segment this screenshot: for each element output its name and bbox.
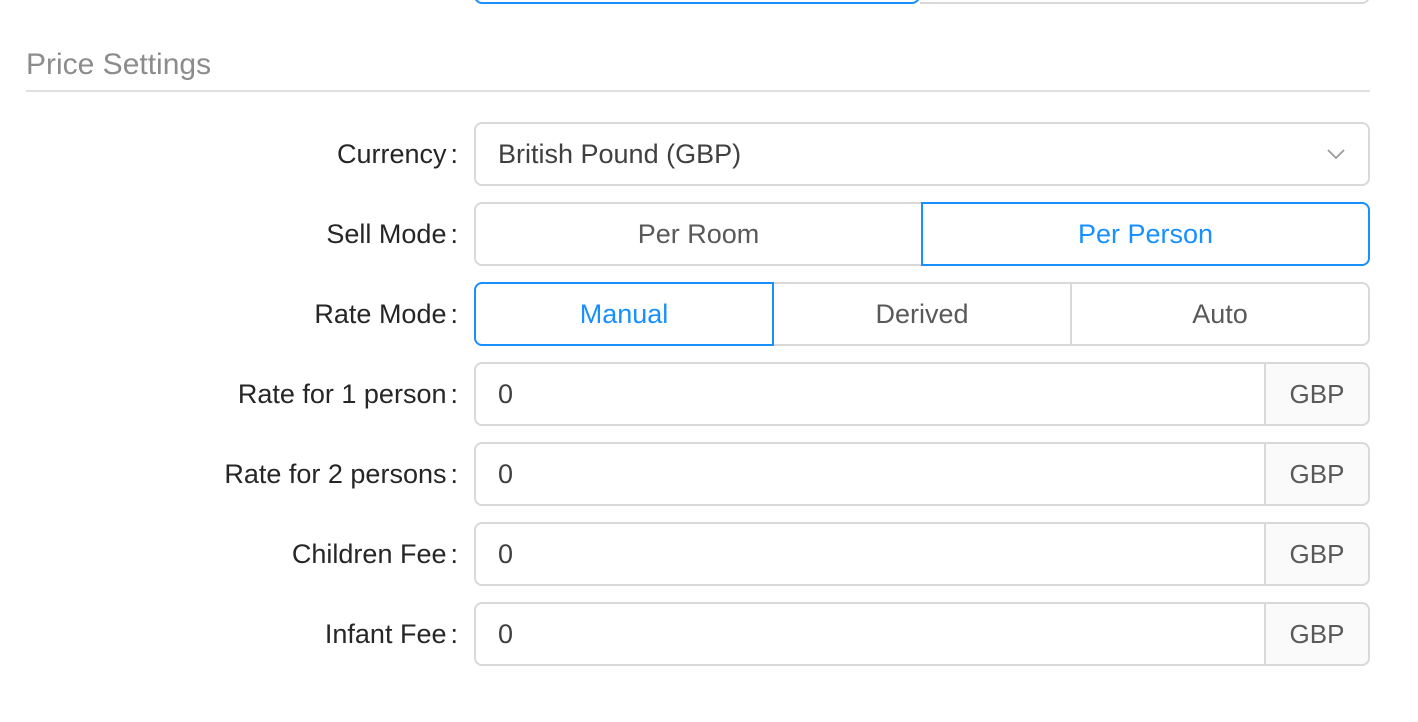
previous-option[interactable] bbox=[920, 0, 1370, 4]
currency-addon: GBP bbox=[1264, 522, 1370, 586]
rate-mode-label-text: Rate Mode bbox=[314, 298, 447, 329]
children-fee-row: Children Fee: GBP bbox=[0, 522, 1418, 586]
infant-fee-row: Infant Fee: GBP bbox=[0, 602, 1418, 666]
sell-mode-label: Sell Mode: bbox=[326, 202, 458, 266]
rate-2-persons-label-text: Rate for 2 persons bbox=[224, 458, 447, 489]
rate-1-person-label: Rate for 1 person: bbox=[238, 362, 458, 426]
rate-1-person-input[interactable] bbox=[474, 362, 1264, 426]
rate-mode-option-derived[interactable]: Derived bbox=[772, 282, 1072, 346]
chevron-down-icon bbox=[1327, 149, 1345, 160]
sell-mode-option-per-room[interactable]: Per Room bbox=[474, 202, 923, 266]
children-fee-input-group: GBP bbox=[474, 522, 1370, 586]
section-title: Price Settings bbox=[26, 48, 1370, 92]
rate-mode-segmented: Manual Derived Auto bbox=[474, 282, 1370, 346]
sell-mode-label-text: Sell Mode bbox=[326, 218, 447, 249]
label-colon: : bbox=[450, 298, 458, 329]
rate-mode-label: Rate Mode: bbox=[314, 282, 458, 346]
children-fee-input[interactable] bbox=[474, 522, 1264, 586]
label-colon: : bbox=[450, 218, 458, 249]
rate-mode-option-manual[interactable]: Manual bbox=[474, 282, 774, 346]
previous-segmented-control bbox=[474, 0, 1370, 4]
label-colon: : bbox=[450, 538, 458, 569]
sell-mode-row: Sell Mode: Per Room Per Person bbox=[0, 202, 1418, 266]
label-colon: : bbox=[450, 618, 458, 649]
rate-1-person-row: Rate for 1 person: GBP bbox=[0, 362, 1418, 426]
currency-select[interactable]: British Pound (GBP) bbox=[474, 122, 1370, 186]
rate-mode-row: Rate Mode: Manual Derived Auto bbox=[0, 282, 1418, 346]
infant-fee-label: Infant Fee: bbox=[325, 602, 458, 666]
children-fee-label: Children Fee: bbox=[292, 522, 458, 586]
rate-1-person-input-group: GBP bbox=[474, 362, 1370, 426]
currency-addon: GBP bbox=[1264, 602, 1370, 666]
currency-addon: GBP bbox=[1264, 442, 1370, 506]
rate-2-persons-label: Rate for 2 persons: bbox=[224, 442, 458, 506]
sell-mode-segmented: Per Room Per Person bbox=[474, 202, 1370, 266]
label-colon: : bbox=[450, 378, 458, 409]
rate-2-persons-input[interactable] bbox=[474, 442, 1264, 506]
currency-row: Currency: British Pound (GBP) bbox=[0, 122, 1418, 186]
label-colon: : bbox=[450, 138, 458, 169]
label-colon: : bbox=[450, 458, 458, 489]
currency-label-text: Currency bbox=[336, 138, 447, 169]
rate-mode-option-auto[interactable]: Auto bbox=[1070, 282, 1370, 346]
currency-select-value: British Pound (GBP) bbox=[498, 138, 742, 169]
rate-2-persons-input-group: GBP bbox=[474, 442, 1370, 506]
infant-fee-label-text: Infant Fee bbox=[324, 618, 447, 649]
rate-2-persons-row: Rate for 2 persons: GBP bbox=[0, 442, 1418, 506]
rate-1-person-label-text: Rate for 1 person bbox=[237, 378, 447, 409]
sell-mode-option-per-person[interactable]: Per Person bbox=[921, 202, 1370, 266]
currency-addon: GBP bbox=[1264, 362, 1370, 426]
children-fee-label-text: Children Fee bbox=[291, 538, 447, 569]
previous-option-active[interactable] bbox=[474, 0, 920, 4]
infant-fee-input-group: GBP bbox=[474, 602, 1370, 666]
currency-label: Currency: bbox=[337, 122, 458, 186]
infant-fee-input[interactable] bbox=[474, 602, 1264, 666]
